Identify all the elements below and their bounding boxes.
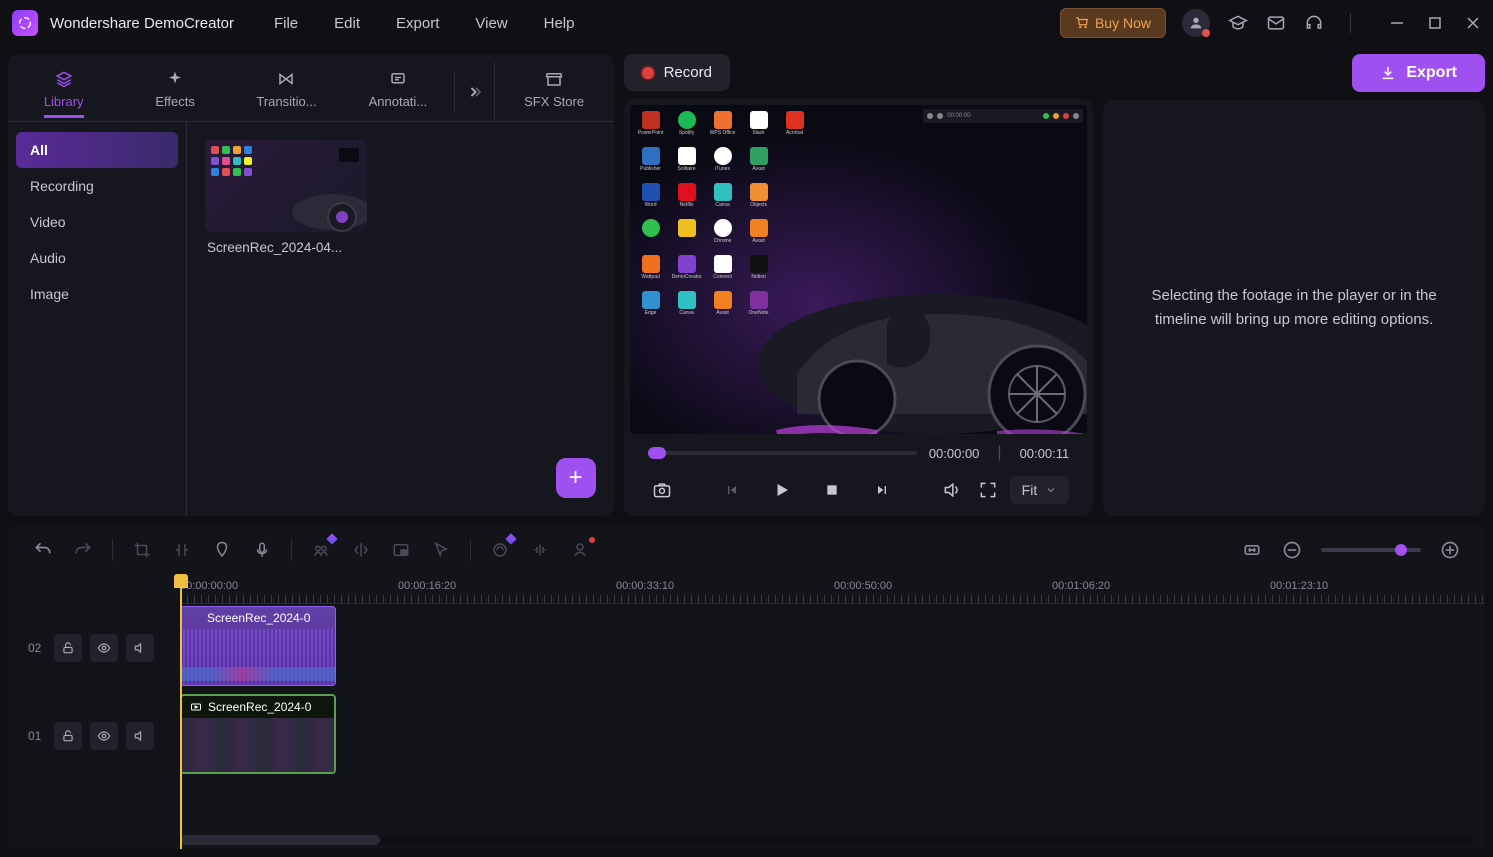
audio-clip[interactable]: ScreenRec_2024-0 bbox=[180, 606, 336, 686]
track-mute-button[interactable] bbox=[126, 634, 154, 662]
export-button[interactable]: Export bbox=[1352, 54, 1485, 92]
media-item[interactable]: ScreenRec_2024-04... bbox=[205, 140, 367, 255]
volume-button[interactable] bbox=[938, 476, 966, 504]
media-label: ScreenRec_2024-04... bbox=[205, 240, 367, 255]
menu-export[interactable]: Export bbox=[396, 15, 439, 32]
cart-icon bbox=[1075, 16, 1089, 30]
stop-button[interactable] bbox=[818, 476, 846, 504]
track-visibility-button[interactable] bbox=[90, 634, 118, 662]
track-visibility-button[interactable] bbox=[90, 722, 118, 750]
tab-annotations[interactable]: Annotati... bbox=[342, 62, 453, 121]
store-icon bbox=[545, 70, 563, 88]
add-media-button[interactable]: + bbox=[556, 458, 596, 498]
track-lock-button[interactable] bbox=[54, 634, 82, 662]
current-time: 00:00:00 bbox=[929, 446, 980, 461]
snapshot-button[interactable] bbox=[648, 476, 676, 504]
transition-icon bbox=[277, 70, 295, 88]
video-clip[interactable]: ScreenRec_2024-0 bbox=[180, 694, 336, 774]
timeline-scrollbar[interactable] bbox=[180, 835, 1473, 845]
play-button[interactable] bbox=[768, 476, 796, 504]
track-row: 01 ScreenRec_2024-0 bbox=[8, 692, 1485, 780]
preview-video[interactable]: 00:00:00 PowerPoint Spotify WPS Office S… bbox=[630, 105, 1088, 434]
library-content: ScreenRec_2024-04... + bbox=[186, 122, 614, 516]
fullscreen-button[interactable] bbox=[974, 476, 1002, 504]
pip-button[interactable] bbox=[390, 539, 412, 561]
track-number: 01 bbox=[28, 729, 46, 743]
record-icon bbox=[642, 67, 654, 79]
fit-timeline-button[interactable] bbox=[1241, 539, 1263, 561]
titlebar: Wondershare DemoCreator File Edit Export… bbox=[0, 0, 1493, 46]
media-thumbnail bbox=[205, 140, 367, 232]
crop-button[interactable] bbox=[131, 539, 153, 561]
app-title: Wondershare DemoCreator bbox=[50, 15, 234, 32]
tab-sfx-store[interactable]: SFX Store bbox=[494, 62, 614, 121]
sidebar-item-video[interactable]: Video bbox=[16, 204, 178, 240]
track-number: 02 bbox=[28, 641, 46, 655]
sidebar-item-image[interactable]: Image bbox=[16, 276, 178, 312]
menu-edit[interactable]: Edit bbox=[334, 15, 360, 32]
inspector-hint: Selecting the footage in the player or i… bbox=[1133, 284, 1455, 332]
timeline-ruler[interactable]: 00:00:00:00 00:00:16:20 00:00:33:10 00:0… bbox=[180, 574, 1485, 604]
ai-voice-button[interactable] bbox=[569, 539, 591, 561]
account-icon[interactable] bbox=[1182, 9, 1210, 37]
preview-panel: Record 00:00:00 PowerPoint Spotify WPS O… bbox=[624, 54, 1094, 516]
annotation-icon bbox=[389, 70, 407, 88]
buy-now-label: Buy Now bbox=[1095, 15, 1151, 31]
mirror-button[interactable] bbox=[350, 539, 372, 561]
timeline[interactable]: 00:00:00:00 00:00:16:20 00:00:33:10 00:0… bbox=[8, 574, 1485, 849]
marker-button[interactable] bbox=[211, 539, 233, 561]
prev-frame-button[interactable] bbox=[718, 476, 746, 504]
track-lock-button[interactable] bbox=[54, 722, 82, 750]
library-panel: Library Effects Transitio... Annotati...… bbox=[8, 54, 614, 516]
mail-icon[interactable] bbox=[1266, 13, 1286, 33]
total-time: 00:00:11 bbox=[1020, 446, 1070, 461]
cursor-button[interactable] bbox=[430, 539, 452, 561]
graduation-icon[interactable] bbox=[1228, 13, 1248, 33]
library-sidebar: All Recording Video Audio Image bbox=[8, 122, 186, 516]
maximize-button[interactable] bbox=[1427, 15, 1443, 31]
close-button[interactable] bbox=[1465, 15, 1481, 31]
layers-icon bbox=[55, 70, 73, 88]
sparkle-icon bbox=[166, 70, 184, 88]
zoom-in-button[interactable] bbox=[1439, 539, 1461, 561]
redo-button[interactable] bbox=[72, 539, 94, 561]
track-row: 02 ScreenRec_2024-0 bbox=[8, 604, 1485, 692]
fit-dropdown[interactable]: Fit bbox=[1010, 476, 1070, 504]
undo-button[interactable] bbox=[32, 539, 54, 561]
voiceover-button[interactable] bbox=[251, 539, 273, 561]
denoise-button[interactable] bbox=[489, 539, 511, 561]
video-icon bbox=[190, 701, 202, 713]
tabs-more-button[interactable] bbox=[454, 72, 494, 111]
group-button[interactable] bbox=[310, 539, 332, 561]
audio-icon bbox=[189, 612, 201, 624]
sidebar-item-audio[interactable]: Audio bbox=[16, 240, 178, 276]
split-button[interactable] bbox=[171, 539, 193, 561]
library-tabs: Library Effects Transitio... Annotati...… bbox=[8, 54, 614, 122]
playhead[interactable] bbox=[180, 574, 182, 849]
record-button[interactable]: Record bbox=[624, 54, 730, 91]
timeline-toolbar bbox=[8, 526, 1485, 574]
minimize-button[interactable] bbox=[1389, 15, 1405, 31]
audio-edit-button[interactable] bbox=[529, 539, 551, 561]
export-icon bbox=[1380, 65, 1396, 81]
menu-view[interactable]: View bbox=[475, 15, 507, 32]
headset-icon[interactable] bbox=[1304, 13, 1324, 33]
menu-help[interactable]: Help bbox=[544, 15, 575, 32]
tab-transitions[interactable]: Transitio... bbox=[231, 62, 342, 121]
app-logo bbox=[12, 10, 38, 36]
playback-slider[interactable] bbox=[648, 451, 917, 455]
tab-library[interactable]: Library bbox=[8, 62, 119, 121]
menu-file[interactable]: File bbox=[274, 15, 298, 32]
buy-now-button[interactable]: Buy Now bbox=[1060, 8, 1166, 38]
sidebar-item-all[interactable]: All bbox=[16, 132, 178, 168]
inspector-panel: Selecting the footage in the player or i… bbox=[1103, 100, 1485, 516]
chevron-down-icon bbox=[1045, 484, 1057, 496]
zoom-slider[interactable] bbox=[1321, 548, 1421, 552]
menubar: File Edit Export View Help bbox=[274, 15, 575, 32]
next-frame-button[interactable] bbox=[868, 476, 896, 504]
tab-effects[interactable]: Effects bbox=[119, 62, 230, 121]
zoom-out-button[interactable] bbox=[1281, 539, 1303, 561]
sidebar-item-recording[interactable]: Recording bbox=[16, 168, 178, 204]
track-mute-button[interactable] bbox=[126, 722, 154, 750]
